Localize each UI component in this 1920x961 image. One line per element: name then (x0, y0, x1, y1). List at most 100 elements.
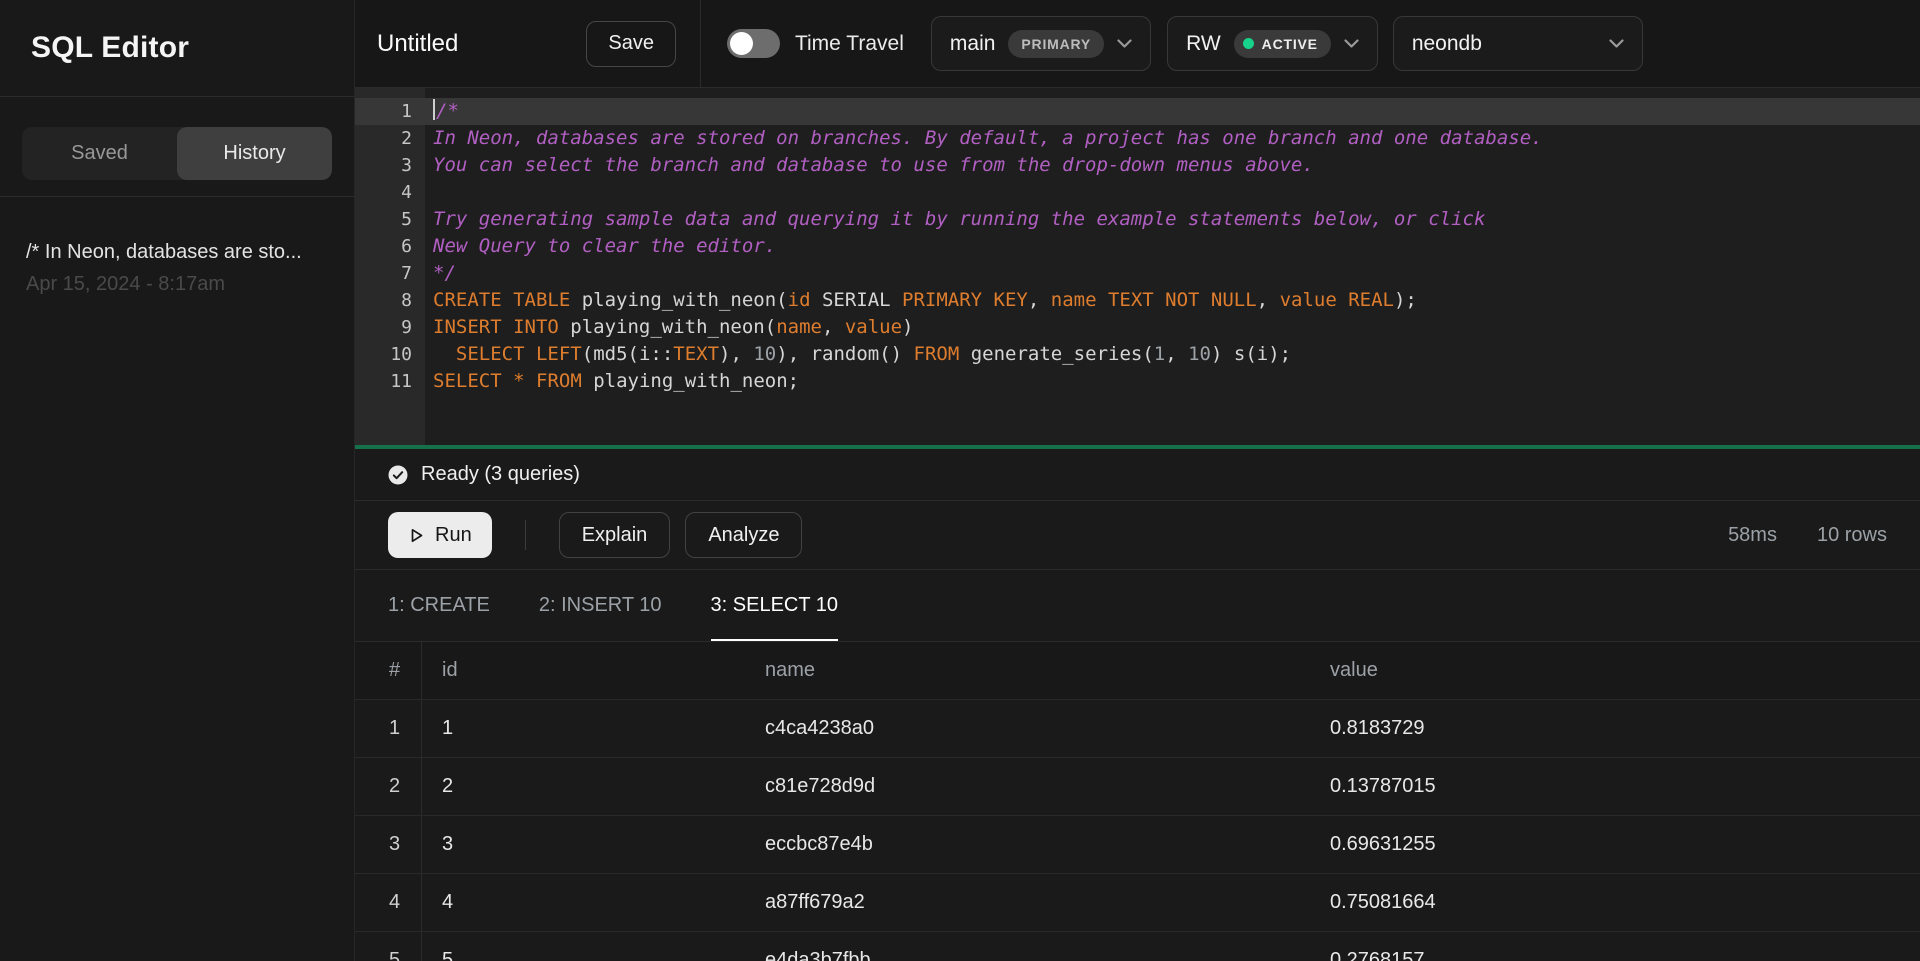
code-content (425, 179, 433, 206)
code-token: You can select the branch and database t… (433, 154, 1314, 176)
toggle-knob (730, 32, 753, 55)
header-col-name: name (765, 659, 1330, 682)
code-content: SELECT * FROM playing_with_neon; (425, 368, 799, 395)
history-list-item[interactable]: /* In Neon, databases are sto... Apr 15,… (0, 197, 354, 296)
sidebar-tab-history[interactable]: History (177, 127, 332, 180)
run-button-label: Run (435, 524, 472, 547)
run-button[interactable]: Run (388, 512, 492, 558)
code-line-4[interactable]: 4 (355, 179, 1920, 206)
topbar: Untitled Save Time Travel main PRIMARY R… (355, 0, 1920, 88)
result-tabs: 1: CREATE 2: INSERT 10 3: SELECT 10 (355, 570, 1920, 642)
line-number: 5 (355, 206, 425, 233)
line-number: 8 (355, 287, 425, 314)
code-token: LEFT (536, 343, 582, 365)
cell-col-name: eccbc87e4b (765, 833, 1330, 856)
code-content: In Neon, databases are stored on branche… (425, 125, 1543, 152)
code-line-2[interactable]: 2In Neon, databases are stored on branch… (355, 125, 1920, 152)
cell-col-value: 0.69631255 (1330, 833, 1920, 856)
table-row[interactable]: 11c4ca4238a00.8183729 (355, 700, 1920, 758)
code-token: ) s(i); (1211, 343, 1291, 365)
time-travel-toggle[interactable] (727, 29, 780, 58)
code-token: CREATE TABLE (433, 289, 570, 311)
sidebar-header: SQL Editor (0, 0, 354, 97)
branch-name: main (950, 32, 996, 56)
code-content: SELECT LEFT(md5(i::TEXT), 10), random() … (425, 341, 1291, 368)
code-line-6[interactable]: 6New Query to clear the editor. (355, 233, 1920, 260)
cell-col-value: 0.8183729 (1330, 717, 1920, 740)
code-token: Try generating sample data and querying … (433, 208, 1485, 230)
save-button[interactable]: Save (586, 21, 676, 67)
result-tab-1[interactable]: 1: CREATE (388, 570, 490, 641)
code-token: name TEXT NOT NULL (1051, 289, 1257, 311)
code-token (525, 343, 536, 365)
line-number: 4 (355, 179, 425, 206)
code-token: id (788, 289, 811, 311)
line-number: 7 (355, 260, 425, 287)
code-content: INSERT INTO playing_with_neon(name, valu… (425, 314, 914, 341)
code-content: New Query to clear the editor. (425, 233, 776, 260)
code-line-9[interactable]: 9INSERT INTO playing_with_neon(name, val… (355, 314, 1920, 341)
table-row[interactable]: 33eccbc87e4b0.69631255 (355, 816, 1920, 874)
cell-col-name: a87ff679a2 (765, 891, 1330, 914)
code-line-7[interactable]: 7*/ (355, 260, 1920, 287)
code-editor[interactable]: 1/*2In Neon, databases are stored on bra… (355, 88, 1920, 445)
compute-dropdown[interactable]: RW ACTIVE (1167, 16, 1378, 71)
code-token: playing_with_neon; (582, 370, 799, 392)
line-number: 3 (355, 152, 425, 179)
cell-col-rownum: 1 (355, 700, 422, 757)
line-number: 9 (355, 314, 425, 341)
code-line-5[interactable]: 5 Try generating sample data and querying… (355, 206, 1920, 233)
explain-button[interactable]: Explain (559, 512, 671, 558)
cell-col-name: c81e728d9d (765, 775, 1330, 798)
result-tab-2[interactable]: 2: INSERT 10 (539, 570, 662, 641)
code-token: SERIAL (811, 289, 903, 311)
sidebar-tab-saved[interactable]: Saved (22, 127, 177, 180)
code-content: CREATE TABLE playing_with_neon(id SERIAL… (425, 287, 1417, 314)
code-token: SELECT (433, 370, 502, 392)
check-circle-icon (388, 465, 408, 485)
main-panel: Untitled Save Time Travel main PRIMARY R… (355, 0, 1920, 961)
code-token: FROM (914, 343, 960, 365)
code-token: , (1028, 289, 1051, 311)
code-line-3[interactable]: 3 You can select the branch and database … (355, 152, 1920, 179)
table-row[interactable]: 22c81e728d9d0.13787015 (355, 758, 1920, 816)
execution-meta: 58ms 10 rows (1728, 524, 1887, 547)
branch-dropdown[interactable]: main PRIMARY (931, 16, 1151, 71)
table-row[interactable]: 44a87ff679a20.75081664 (355, 874, 1920, 932)
code-token: ) (902, 316, 913, 338)
code-token (502, 370, 513, 392)
code-line-10[interactable]: 10 SELECT LEFT(md5(i::TEXT), 10), random… (355, 341, 1920, 368)
cell-col-rownum: 4 (355, 874, 422, 931)
cell-col-id: 3 (422, 833, 765, 856)
branch-primary-badge: PRIMARY (1008, 30, 1104, 58)
history-item-date: Apr 15, 2024 - 8:17am (26, 273, 328, 296)
analyze-button[interactable]: Analyze (685, 512, 802, 558)
line-number: 6 (355, 233, 425, 260)
result-tab-3[interactable]: 3: SELECT 10 (711, 570, 838, 641)
code-token: value REAL (1280, 289, 1394, 311)
code-token: , (1257, 289, 1280, 311)
cell-col-id: 5 (422, 949, 765, 961)
cell-col-rownum: 2 (355, 758, 422, 815)
query-duration: 58ms (1728, 524, 1777, 547)
sidebar: SQL Editor SavedHistory /* In Neon, data… (0, 0, 355, 961)
query-title[interactable]: Untitled (377, 30, 458, 58)
row-count: 10 rows (1817, 524, 1887, 547)
code-token: ), random() (776, 343, 913, 365)
line-number: 2 (355, 125, 425, 152)
code-line-11[interactable]: 11SELECT * FROM playing_with_neon; (355, 368, 1920, 395)
line-number: 10 (355, 341, 425, 368)
code-content: You can select the branch and database t… (425, 152, 1314, 179)
code-token: 10 (1188, 343, 1211, 365)
code-line-1[interactable]: 1/* (355, 98, 1920, 125)
header-col-value: value (1330, 659, 1920, 682)
cell-col-value: 0.75081664 (1330, 891, 1920, 914)
code-token: * (513, 370, 524, 392)
cell-col-value: 0.2768157 (1330, 949, 1920, 961)
database-dropdown[interactable]: neondb (1393, 16, 1643, 71)
cell-col-id: 1 (422, 717, 765, 740)
code-line-8[interactable]: 8CREATE TABLE playing_with_neon(id SERIA… (355, 287, 1920, 314)
table-row[interactable]: 55e4da3b7fbb0.2768157 (355, 932, 1920, 961)
chevron-down-icon (1117, 39, 1132, 49)
cell-col-id: 2 (422, 775, 765, 798)
